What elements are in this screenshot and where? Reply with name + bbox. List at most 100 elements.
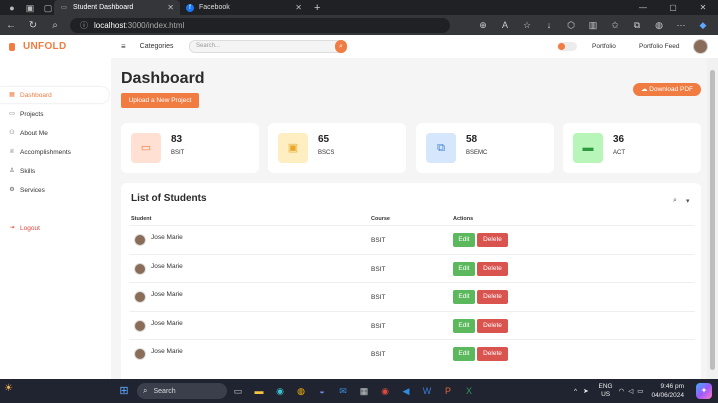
delete-button[interactable]: Delete (477, 347, 508, 361)
minimize-icon[interactable]: — (628, 0, 658, 15)
powerpoint-icon[interactable]: P (438, 383, 458, 399)
close-tab-icon[interactable]: ✕ (167, 3, 174, 12)
download-icon[interactable]: ↓ (538, 17, 560, 33)
portfolio-feed-link[interactable]: Portfolio Feed (639, 43, 679, 50)
chevron-up-icon[interactable]: ^ (574, 388, 577, 395)
maximize-icon[interactable]: ▢ (658, 0, 688, 15)
edit-button[interactable]: Edit (453, 319, 475, 333)
chrome-icon[interactable]: ◍ (291, 383, 311, 399)
main-content: Dashboard Upload a New Project ☁ Downloa… (111, 58, 707, 379)
student-course: BSIT (371, 351, 386, 358)
sidebar-item-skills[interactable]: ♙ Skills (0, 163, 109, 179)
stat-count: 83 (171, 134, 183, 145)
discord-icon[interactable]: ◒ (312, 383, 332, 399)
app: UNFOLD ▦ Dashboard ▭ Projects ⚇ About Me… (0, 35, 718, 379)
column-header-student: Student (131, 216, 152, 222)
student-course: BSIT (371, 323, 386, 330)
panel-title: List of Students (131, 193, 207, 204)
delete-button[interactable]: Delete (477, 290, 508, 304)
categories-link[interactable]: Categories (140, 43, 174, 50)
scrollbar[interactable] (707, 58, 718, 379)
word-icon[interactable]: W (417, 383, 437, 399)
read-aloud-icon[interactable]: A (494, 17, 516, 33)
copilot-icon[interactable]: ◆ (692, 17, 714, 33)
stat-count: 36 (613, 134, 625, 145)
excel-icon[interactable]: X (459, 383, 479, 399)
person-icon: ♙ (9, 168, 15, 174)
sidebar-item-logout[interactable]: ⇥ Logout (0, 220, 109, 236)
location-icon[interactable]: ➤ (583, 387, 588, 395)
tab-actions-icon[interactable]: ▢ (42, 2, 54, 14)
sidebar-item-about-me[interactable]: ⚇ About Me (0, 125, 109, 141)
sidebar-item-label: Logout (20, 224, 40, 232)
vscode-icon[interactable]: ◀ (396, 383, 416, 399)
start-icon[interactable]: ⊞ (116, 383, 132, 399)
sidebar-item-services[interactable]: ⚙ Services (0, 182, 109, 198)
url-field[interactable]: ⓘ localhost:3000/index.html (70, 17, 450, 33)
edit-button[interactable]: Edit (453, 290, 475, 304)
split-screen-icon[interactable]: ▥ (582, 17, 604, 33)
extensions-icon[interactable]: ⬡ (560, 17, 582, 33)
delete-button[interactable]: Delete (477, 319, 508, 333)
edit-button[interactable]: Edit (453, 262, 475, 276)
delete-button[interactable]: Delete (477, 233, 508, 247)
search-icon[interactable]: ⌕ (44, 20, 66, 31)
taskbar-search-label: Search (153, 387, 176, 395)
favorite-icon[interactable]: ☆ (516, 17, 538, 33)
volume-icon[interactable]: ◁ (628, 387, 633, 395)
brand[interactable]: UNFOLD (9, 41, 66, 52)
tab-student-dashboard[interactable]: ▭ Student Dashboard ✕ (54, 0, 180, 15)
wifi-icon[interactable]: ◠ (619, 387, 625, 395)
sidebar-item-accomplishments[interactable]: ♕ Accomplishments (0, 144, 109, 160)
search-icon[interactable]: ⌕ (673, 197, 677, 205)
portfolio-link[interactable]: Portfolio (592, 43, 616, 50)
more-icon[interactable]: ⋯ (670, 17, 692, 33)
reload-icon[interactable]: ↻ (22, 20, 44, 31)
search-input[interactable]: Search... (189, 40, 347, 53)
search-button[interactable]: ⌕ (335, 40, 347, 53)
back-icon[interactable]: ← (0, 20, 22, 31)
filter-icon[interactable]: ▾ (686, 197, 690, 205)
chrome-alt-icon[interactable]: ◉ (375, 383, 395, 399)
copilot-icon[interactable]: ✦ (696, 383, 712, 399)
lang-region: US (601, 391, 611, 398)
new-tab-icon[interactable]: + (314, 2, 320, 14)
collections-icon[interactable]: ⧉ (626, 17, 648, 33)
battery-icon[interactable]: ▭ (637, 387, 643, 395)
store-icon[interactable]: ▦ (354, 383, 374, 399)
stat-count: 65 (318, 134, 330, 145)
tab-facebook[interactable]: f Facebook ✕ (180, 0, 308, 15)
stat-label: BSIT (171, 150, 185, 156)
favorites-icon[interactable]: ✩ (604, 17, 626, 33)
download-pdf-button[interactable]: ☁ Download PDF (633, 83, 701, 96)
scrollbar-thumb[interactable] (710, 70, 715, 370)
close-window-icon[interactable]: ✕ (688, 0, 718, 15)
task-view-icon[interactable]: ▭ (228, 383, 248, 399)
address-bar-row: ← ↻ ⌕ ⓘ localhost:3000/index.html ⊕ A ☆ … (0, 15, 718, 35)
theme-toggle[interactable] (557, 42, 577, 51)
language-indicator[interactable]: ENG US (599, 383, 613, 399)
menu-icon[interactable]: ≡ (121, 42, 126, 51)
info-icon[interactable]: ⓘ (80, 20, 88, 31)
stat-label: BSCS (318, 150, 335, 156)
system-tray: ^ ➤ ENG US ◠ ◁ ▭ 9:46 pm 04/06/2024 (574, 382, 684, 400)
close-tab-icon[interactable]: ✕ (295, 3, 302, 12)
workspaces-icon[interactable]: ▣ (24, 2, 36, 14)
profile-icon[interactable]: ● (6, 2, 18, 14)
sidebar-item-projects[interactable]: ▭ Projects (0, 106, 109, 122)
edit-button[interactable]: Edit (453, 347, 475, 361)
clock[interactable]: 9:46 pm 04/06/2024 (651, 382, 684, 400)
avatar[interactable] (693, 39, 708, 54)
file-explorer-icon[interactable]: ▬ (249, 383, 269, 399)
profile-sync-icon[interactable]: ◍ (648, 17, 670, 33)
edge-icon[interactable]: ◉ (270, 383, 290, 399)
weather-icon[interactable]: ☀ (4, 383, 22, 399)
zoom-icon[interactable]: ⊕ (472, 17, 494, 33)
mail-icon[interactable]: ✉ (333, 383, 353, 399)
taskbar-search[interactable]: ⌕ Search (137, 383, 227, 399)
edit-button[interactable]: Edit (453, 233, 475, 247)
delete-button[interactable]: Delete (477, 262, 508, 276)
upload-project-button[interactable]: Upload a New Project (121, 93, 199, 108)
sidebar-item-dashboard[interactable]: ▦ Dashboard (0, 87, 109, 103)
student-name: Jose Marie (151, 320, 183, 327)
